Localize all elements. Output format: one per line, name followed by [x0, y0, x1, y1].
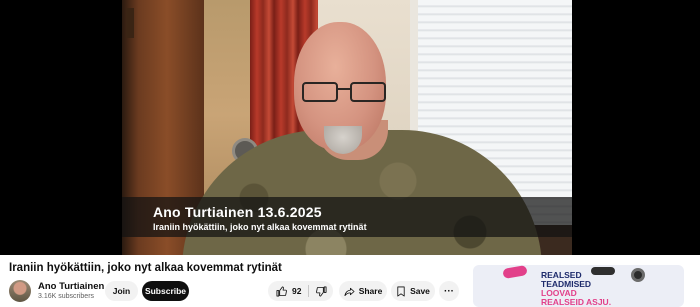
channel-name[interactable]: Ano Turtiainen: [38, 281, 104, 292]
bookmark-icon: [397, 286, 405, 296]
ad-circle-shape: [631, 268, 645, 282]
ad-dark-shape: [591, 267, 615, 275]
ad-pink-shape: [502, 265, 528, 280]
thumb-up-icon: [276, 286, 287, 296]
ad-text-line-4: REALSEID ASJU.: [541, 297, 612, 307]
share-label: Share: [358, 286, 383, 296]
subscriber-count: 3.16K subscribers: [38, 293, 95, 300]
join-button[interactable]: Join: [105, 281, 138, 301]
share-button[interactable]: Share: [339, 281, 387, 301]
presenter-glasses: [302, 82, 390, 102]
like-dislike-group: 92: [268, 281, 333, 301]
ad-banner[interactable]: REALSED TEADMISED LOOVAD REALSEID ASJU.: [473, 265, 684, 307]
save-label: Save: [410, 286, 430, 296]
video-player[interactable]: Ano Turtiainen 13.6.2025 Iraniin hyökätt…: [0, 0, 700, 255]
like-button[interactable]: 92: [268, 281, 308, 301]
channel-avatar[interactable]: [9, 280, 31, 302]
save-button[interactable]: Save: [391, 281, 435, 301]
dislike-button[interactable]: [309, 281, 333, 301]
share-arrow-icon: [344, 287, 355, 296]
thumb-down-icon: [315, 286, 326, 296]
video-caption-subtitle: Iraniin hyökättiin, joko nyt alkaa kovem…: [153, 222, 367, 232]
like-count: 92: [292, 286, 302, 296]
video-caption-title: Ano Turtiainen 13.6.2025: [153, 204, 322, 220]
video-frame[interactable]: Ano Turtiainen 13.6.2025 Iraniin hyökätt…: [122, 0, 572, 255]
more-dots-icon[interactable]: ···: [439, 281, 459, 301]
subscribe-button[interactable]: Subscribe: [142, 281, 189, 301]
video-title: Iraniin hyökättiin, joko nyt alkaa kovem…: [9, 262, 282, 274]
